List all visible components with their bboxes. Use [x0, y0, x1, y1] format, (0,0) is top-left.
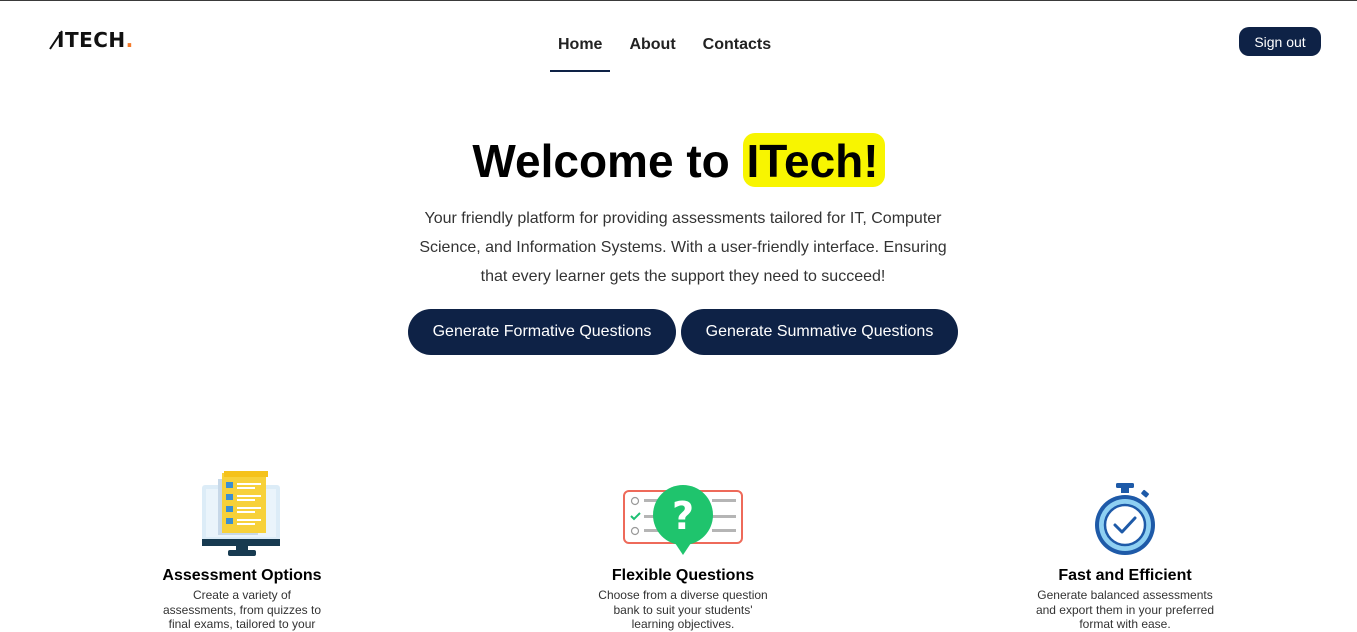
- nav-about[interactable]: About: [619, 30, 685, 72]
- generate-formative-button[interactable]: Generate Formative Questions: [408, 309, 676, 355]
- main-nav: Home About Contacts: [548, 30, 781, 72]
- feature-description: Choose from a diverse question bank to s…: [598, 588, 768, 631]
- sign-out-button[interactable]: Sign out: [1239, 27, 1321, 56]
- cta-row: Generate Formative Questions Generate Su…: [408, 309, 958, 355]
- nav-home[interactable]: Home: [548, 30, 612, 72]
- hero-subtitle: Your friendly platform for providing ass…: [419, 210, 947, 285]
- question-checklist-icon: ?: [563, 465, 803, 557]
- feature-description: Create a variety of assessments, from qu…: [162, 588, 322, 632]
- feature-title: Fast and Efficient: [1058, 567, 1192, 584]
- feature-title: Flexible Questions: [611, 567, 755, 584]
- top-border: [0, 0, 1357, 1]
- itech-logo[interactable]: ITECH.: [49, 26, 134, 54]
- hero-title-prefix: Welcome to: [472, 135, 743, 187]
- hero-title-highlight: ITech!: [742, 133, 885, 187]
- svg-text:?: ?: [672, 494, 694, 538]
- logo-slash-mark: [49, 30, 63, 50]
- feature-flexible-questions: ? Flexible Questions Choose from a diver…: [563, 465, 803, 632]
- feature-description: Generate balanced assessments and export…: [1035, 588, 1215, 631]
- feature-assessment-options: Assessment Options Create a variety of a…: [122, 465, 362, 632]
- nav-contacts[interactable]: Contacts: [693, 30, 781, 72]
- assessment-monitor-icon: [122, 465, 362, 557]
- feature-fast-and-efficient: Fast and Efficient Generate balanced ass…: [1005, 465, 1245, 632]
- stopwatch-icon: [1005, 465, 1245, 557]
- feature-title: Assessment Options: [162, 567, 322, 584]
- generate-summative-button[interactable]: Generate Summative Questions: [681, 309, 958, 355]
- hero-title: Welcome to ITech!: [0, 133, 1357, 188]
